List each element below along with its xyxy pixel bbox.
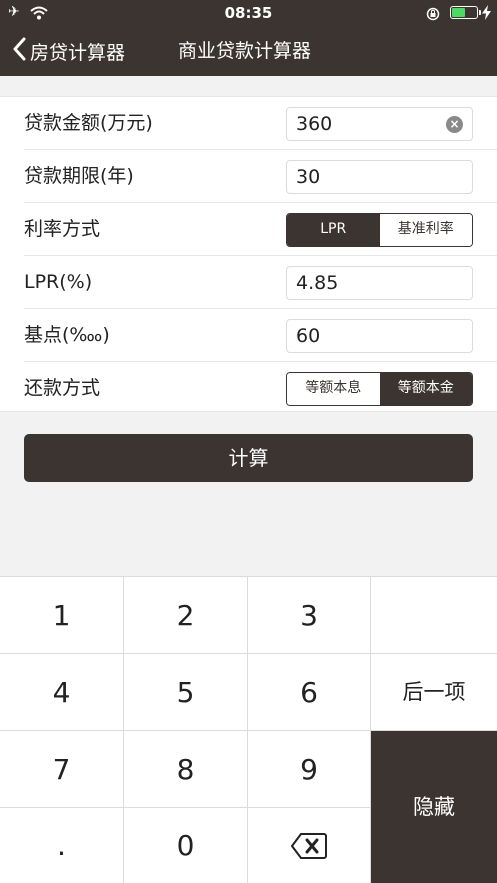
- rate-mode-option-benchmark[interactable]: 基准利率: [379, 214, 472, 246]
- battery-level: [452, 8, 465, 17]
- top-bar: ✈ 08:35 房贷计算器 商业贷款计算器: [0, 0, 497, 76]
- status-time: 08:35: [224, 4, 273, 22]
- loan-term-label: 贷款期限(年): [24, 165, 134, 187]
- calculate-button[interactable]: 计算: [24, 434, 473, 482]
- navigation-bar: 房贷计算器 商业贷款计算器: [0, 26, 497, 76]
- key-5[interactable]: 5: [124, 654, 248, 731]
- rate-mode-row: 利率方式 LPR 基准利率: [0, 203, 497, 256]
- key-decimal[interactable]: .: [0, 808, 124, 883]
- numeric-keypad: 1 2 3 4 5 6 后一项 7 8 9 . 0 隐藏: [0, 576, 497, 883]
- repayment-label: 还款方式: [24, 377, 101, 399]
- key-2[interactable]: 2: [124, 577, 248, 654]
- key-1[interactable]: 1: [0, 577, 124, 654]
- key-6[interactable]: 6: [248, 654, 371, 731]
- page-title: 商业贷款计算器: [178, 40, 312, 62]
- rotation-lock-icon: [426, 6, 440, 25]
- loan-amount-value: 360: [296, 113, 333, 135]
- key-0[interactable]: 0: [124, 808, 248, 883]
- key-9[interactable]: 9: [248, 731, 371, 808]
- key-7[interactable]: 7: [0, 731, 124, 808]
- status-bar: ✈ 08:35: [0, 0, 497, 26]
- loan-amount-row: 贷款金额(万元) 360 ×: [0, 97, 497, 150]
- back-button[interactable]: 房贷计算器: [12, 34, 125, 68]
- battery-icon: [450, 6, 481, 19]
- basis-points-input[interactable]: 60: [286, 319, 473, 353]
- key-4[interactable]: 4: [0, 654, 124, 731]
- basis-points-value: 60: [296, 325, 321, 347]
- loan-form: 贷款金额(万元) 360 × 贷款期限(年) 30 利率方式 LPR 基准利率 …: [0, 96, 497, 412]
- rate-mode-option-lpr[interactable]: LPR: [287, 214, 380, 246]
- loan-amount-input[interactable]: 360 ×: [286, 107, 473, 141]
- charging-bolt-icon: [482, 5, 491, 24]
- next-field-key[interactable]: 后一项: [371, 654, 497, 731]
- lpr-input[interactable]: 4.85: [286, 266, 473, 300]
- backspace-key[interactable]: [248, 808, 371, 883]
- repayment-row: 还款方式 等额本息 等额本金: [0, 362, 497, 415]
- loan-term-row: 贷款期限(年) 30: [0, 150, 497, 203]
- backspace-icon: [290, 832, 327, 867]
- repayment-segmented-control: 等额本息 等额本金: [286, 372, 473, 406]
- key-blank: [371, 577, 497, 654]
- back-label: 房贷计算器: [30, 41, 126, 64]
- repayment-option-equal-principal[interactable]: 等额本金: [379, 373, 472, 405]
- loan-term-value: 30: [296, 166, 321, 188]
- repayment-option-equal-installment[interactable]: 等额本息: [287, 373, 380, 405]
- chevron-left-icon: [12, 37, 26, 65]
- clear-icon[interactable]: ×: [446, 116, 463, 133]
- loan-amount-label: 贷款金额(万元): [24, 112, 153, 134]
- lpr-value: 4.85: [296, 272, 339, 294]
- lpr-label: LPR(%): [24, 271, 93, 293]
- key-3[interactable]: 3: [248, 577, 371, 654]
- hide-keyboard-key[interactable]: 隐藏: [371, 731, 497, 883]
- lpr-row: LPR(%) 4.85: [0, 256, 497, 309]
- rate-mode-label: 利率方式: [24, 218, 101, 240]
- rate-mode-segmented-control: LPR 基准利率: [286, 213, 473, 247]
- basis-points-row: 基点(‱) 60: [0, 309, 497, 362]
- loan-term-input[interactable]: 30: [286, 160, 473, 194]
- basis-points-label: 基点(‱): [24, 324, 110, 346]
- key-8[interactable]: 8: [124, 731, 248, 808]
